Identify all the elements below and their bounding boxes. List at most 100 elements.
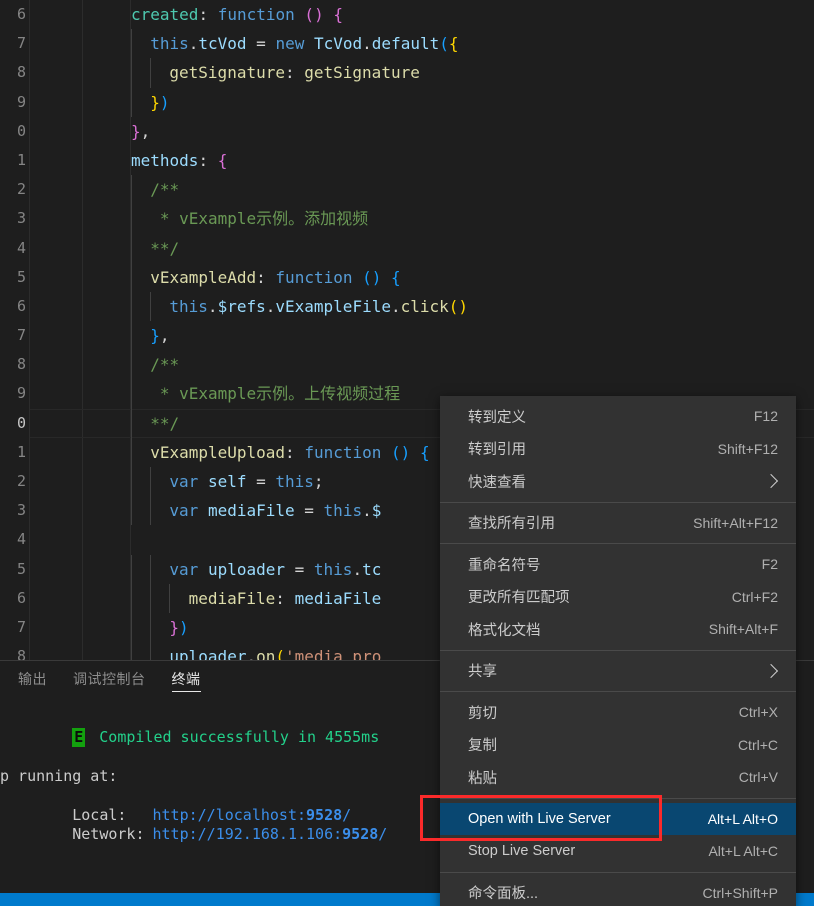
- menu-change-all-occurrences[interactable]: 更改所有匹配项 Ctrl+F2: [440, 581, 796, 614]
- menu-find-all-references[interactable]: 查找所有引用 Shift+Alt+F12: [440, 507, 796, 540]
- code-token: {: [391, 267, 401, 287]
- line-number[interactable]: 5: [0, 555, 30, 584]
- tab-terminal[interactable]: 终端: [171, 661, 201, 696]
- code-line-text: this. tcVod = new TcVod. default({: [150, 29, 458, 58]
- network-port[interactable]: 9528: [342, 825, 378, 843]
- code-line[interactable]: 6 this. $refs. vExampleFile. click(): [0, 291, 814, 322]
- code-token: vExampleAdd: [150, 267, 257, 287]
- indent-guide: [131, 204, 132, 234]
- line-number[interactable]: 8: [0, 642, 30, 660]
- code-line[interactable]: 7 this. tcVod = new TcVod. default({: [0, 29, 814, 59]
- code-line-text: }): [169, 613, 188, 642]
- code-line[interactable]: 1 methods: {: [0, 146, 814, 175]
- indent-guide: [131, 467, 132, 497]
- code-line[interactable]: 3 * vExample示例。添加视频: [0, 204, 814, 234]
- line-number[interactable]: 3: [0, 496, 30, 525]
- code-token: }: [169, 617, 180, 637]
- code-token: (: [448, 296, 459, 316]
- line-number[interactable]: 7: [0, 321, 30, 350]
- code-line[interactable]: 6 created: function () {: [0, 0, 814, 29]
- code-line[interactable]: 8 /**: [0, 350, 814, 380]
- code-token: getSignature: [169, 63, 285, 83]
- code-token: vExampleUpload: [150, 442, 286, 462]
- line-number[interactable]: 0: [0, 409, 30, 438]
- menu-item-label: 查找所有引用: [468, 516, 555, 533]
- menu-go-to-references[interactable]: 转到引用 Shift+F12: [440, 433, 796, 466]
- menu-item-shortcut: F12: [753, 408, 778, 425]
- menu-cut[interactable]: 剪切 Ctrl+X: [440, 696, 796, 729]
- menu-item-label: 快速查看: [468, 474, 526, 491]
- indent-guide: [150, 58, 152, 88]
- indent-guide: [150, 467, 152, 497]
- code-line[interactable]: 7},: [0, 321, 814, 351]
- line-number[interactable]: 1: [0, 438, 30, 467]
- menu-stop-live-server[interactable]: Stop Live Server Alt+L Alt+C: [440, 835, 796, 868]
- code-token: {: [333, 5, 343, 24]
- code-token: function: [275, 267, 353, 287]
- menu-item-label: 命令面板...: [468, 886, 539, 903]
- local-url-tail[interactable]: /: [342, 806, 351, 824]
- line-number[interactable]: 1: [0, 146, 30, 175]
- code-token: {: [448, 34, 459, 54]
- code-token: methods: [131, 150, 199, 170]
- compiled-message: Compiled successfully in 4555ms: [99, 727, 380, 746]
- line-number[interactable]: 6: [0, 292, 30, 321]
- line-number[interactable]: 4: [0, 234, 30, 263]
- menu-format-document[interactable]: 格式化文档 Shift+Alt+F: [440, 613, 796, 646]
- line-number[interactable]: 7: [0, 29, 30, 58]
- menu-command-palette[interactable]: 命令面板... Ctrl+Shift+P: [440, 877, 796, 906]
- line-number[interactable]: 8: [0, 350, 30, 379]
- menu-separator: [440, 871, 796, 873]
- menu-paste[interactable]: 粘贴 Ctrl+V: [440, 761, 796, 794]
- code-token: :: [284, 63, 305, 83]
- indent-guide: [131, 262, 132, 292]
- line-number[interactable]: 4: [0, 525, 30, 554]
- menu-separator: [440, 649, 796, 651]
- code-token: * vExample示例。上传视频过程: [150, 384, 401, 404]
- network-url-tail[interactable]: /: [378, 825, 387, 843]
- code-token: var: [169, 501, 199, 521]
- code-line[interactable]: 0},: [0, 117, 814, 146]
- line-number[interactable]: 2: [0, 175, 30, 204]
- code-line[interactable]: 2 /**: [0, 175, 814, 205]
- network-url-scheme[interactable]: http://192.168.1.106:: [145, 825, 343, 843]
- line-number[interactable]: 2: [0, 467, 30, 496]
- line-number[interactable]: 6: [0, 584, 30, 613]
- code-token: =: [285, 559, 314, 579]
- tab-debug-console[interactable]: 调试控制台: [73, 661, 146, 696]
- menu-rename-symbol[interactable]: 重命名符号 F2: [440, 548, 796, 581]
- code-token: {: [419, 442, 430, 462]
- line-number[interactable]: 9: [0, 88, 30, 117]
- line-number[interactable]: 5: [0, 263, 30, 292]
- line-number[interactable]: 7: [0, 613, 30, 642]
- editor-context-menu[interactable]: 转到定义 F12 转到引用 Shift+F12 快速查看查找所有引用 Shift+Alt+…: [440, 396, 796, 906]
- line-number[interactable]: 6: [0, 0, 30, 29]
- code-line[interactable]: 8 getSignature: getSignature: [0, 58, 814, 88]
- menu-copy[interactable]: 复制 Ctrl+C: [440, 729, 796, 762]
- menu-share[interactable]: 共享: [440, 655, 796, 688]
- code-token: .: [207, 296, 218, 316]
- local-url-scheme[interactable]: http://localhost:: [145, 806, 307, 824]
- menu-peek[interactable]: 快速查看: [440, 465, 796, 498]
- code-token: this: [313, 559, 353, 579]
- line-number[interactable]: 9: [0, 379, 30, 408]
- code-token: ): [371, 267, 382, 287]
- code-line[interactable]: 5 vExampleAdd: function () {: [0, 262, 814, 292]
- indent-guide: [131, 291, 132, 322]
- code-line[interactable]: 4 **/: [0, 233, 814, 263]
- code-token: .: [265, 296, 276, 316]
- line-number[interactable]: 3: [0, 204, 30, 233]
- tab-output[interactable]: 输出: [18, 661, 47, 696]
- code-token: ,: [159, 326, 170, 346]
- indent-guide: [150, 642, 152, 660]
- line-number[interactable]: 0: [0, 117, 30, 146]
- line-number[interactable]: 8: [0, 58, 30, 87]
- code-line[interactable]: 9}): [0, 87, 814, 117]
- indent-guide: [131, 350, 132, 380]
- code-token: this: [169, 296, 208, 316]
- local-port[interactable]: 9528: [306, 806, 342, 824]
- menu-open-with-live-server[interactable]: Open with Live Server Alt+L Alt+O: [440, 802, 796, 835]
- menu-go-to-definition[interactable]: 转到定义 F12: [440, 400, 796, 433]
